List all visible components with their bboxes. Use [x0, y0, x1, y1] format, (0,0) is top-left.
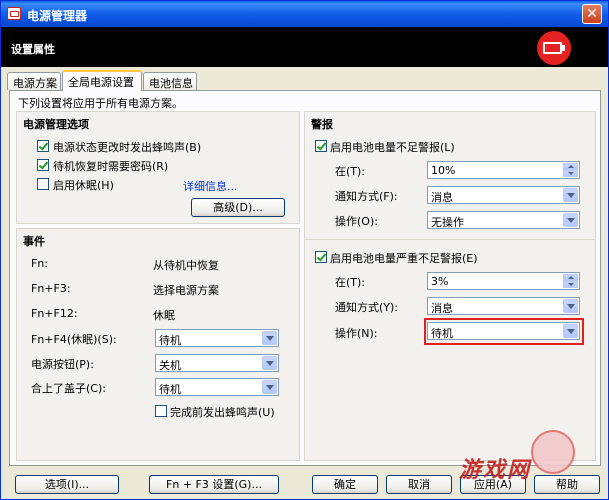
- critical-action-label: 操作(N):: [335, 327, 378, 340]
- title-bar[interactable]: 电源管理器 ✕: [1, 1, 608, 27]
- events-group: 事件 Fn: 从待机中恢复 Fn+F3: 选择电源方案 Fn+F12: 休眠 F…: [16, 228, 300, 461]
- battery-charging-icon: [537, 31, 571, 65]
- beep-before-complete-label: 完成前发出蜂鸣声(U): [170, 406, 275, 419]
- global-settings-panel: 下列设置将应用于所有电源方案。 电源管理选项 电源状态更改时发出蜂鸣声(B) 待…: [9, 90, 601, 466]
- tab-power-scheme[interactable]: 电源方案: [7, 72, 61, 90]
- options-button[interactable]: 选项(I)...: [15, 475, 119, 494]
- event-key-fn-f12: Fn+F12:: [31, 307, 78, 320]
- advanced-button[interactable]: 高级(D)...: [191, 198, 285, 217]
- header-title: 设置属性: [11, 43, 55, 56]
- critical-level-value: 3%: [431, 275, 449, 288]
- enable-hibernate-checkbox[interactable]: [37, 178, 49, 190]
- site-watermark-logo: 游戏网: [431, 426, 609, 500]
- beep-before-complete-checkbox[interactable]: [155, 405, 167, 417]
- header-band: 设置属性: [1, 27, 608, 67]
- spin-up-icon[interactable]: [563, 274, 578, 281]
- alarms-group: 警报 启用电池电量不足警报(L) 在(T): 10% 通知方式(F): 消息 操…: [304, 111, 596, 461]
- critical-notify-select[interactable]: 消息: [427, 297, 580, 315]
- critical-battery-alarm-checkbox[interactable]: [315, 251, 327, 263]
- battery-body-shape: [543, 42, 562, 54]
- low-action-label: 操作(O):: [335, 215, 378, 228]
- low-notify-select-value: 消息: [431, 191, 453, 204]
- lid-close-select[interactable]: 待机: [155, 378, 279, 396]
- battery-app-icon: [7, 7, 21, 20]
- power-button-label: 电源按钮(P):: [31, 358, 94, 371]
- low-level-value: 10%: [431, 164, 456, 177]
- lid-close-select-value: 待机: [159, 383, 181, 396]
- chevron-down-icon[interactable]: [563, 299, 578, 313]
- panel-note: 下列设置将应用于所有电源方案。: [18, 97, 183, 110]
- lid-close-label: 合上了盖子(C):: [31, 382, 106, 395]
- event-key-fn-f3: Fn+F3:: [31, 282, 71, 295]
- password-on-resume-label: 待机恢复时需要密码(R): [53, 160, 169, 173]
- low-at-label: 在(T):: [335, 165, 366, 178]
- chevron-down-icon[interactable]: [563, 188, 578, 202]
- battery-tip-shape: [562, 45, 565, 51]
- watermark-text: 游戏网: [459, 458, 532, 483]
- event-value-fn-f3: 选择电源方案: [153, 284, 219, 297]
- low-battery-alarm-label: 启用电池电量不足警报(L): [330, 141, 455, 154]
- low-level-spinner[interactable]: 10%: [427, 161, 580, 179]
- beep-on-state-change-checkbox[interactable]: [37, 140, 49, 152]
- password-on-resume-checkbox[interactable]: [37, 159, 49, 171]
- power-button-select[interactable]: 关机: [155, 354, 279, 372]
- chevron-down-icon[interactable]: [563, 213, 578, 227]
- enable-hibernate-label: 启用休眠(H): [53, 179, 114, 192]
- spin-up-icon[interactable]: [563, 163, 578, 170]
- details-link[interactable]: 详细信息...: [183, 178, 238, 194]
- event-value-fn: 从待机中恢复: [153, 259, 219, 272]
- fn-f4-select[interactable]: 待机: [155, 329, 279, 347]
- critical-notify-select-value: 消息: [431, 302, 453, 315]
- highlight-annotation-box: [424, 318, 584, 345]
- alarms-divider: [305, 239, 595, 240]
- low-action-select[interactable]: 无操作: [427, 211, 580, 229]
- critical-notify-label: 通知方式(Y):: [335, 301, 399, 314]
- chevron-down-icon[interactable]: [262, 356, 277, 370]
- low-battery-alarm-checkbox[interactable]: [315, 140, 327, 152]
- close-button[interactable]: ✕: [582, 4, 602, 24]
- chevron-down-icon[interactable]: [262, 380, 277, 394]
- event-value-fn-f12: 休眠: [153, 309, 175, 322]
- critical-battery-alarm-label: 启用电池电量严重不足警报(E): [330, 252, 478, 265]
- power-button-select-value: 关机: [159, 359, 181, 372]
- power-options-title: 电源管理选项: [23, 118, 89, 131]
- fn-f4-label: Fn+F4(休眠)(S):: [31, 333, 117, 346]
- beep-on-state-change-label: 电源状态更改时发出蜂鸣声(B): [53, 141, 202, 154]
- events-title: 事件: [23, 235, 45, 248]
- tab-battery-info[interactable]: 电池信息: [143, 72, 197, 90]
- critical-level-spinner[interactable]: 3%: [427, 272, 580, 290]
- mascot-face-icon: [531, 430, 575, 474]
- alarms-title: 警报: [311, 118, 333, 131]
- low-action-select-value: 无操作: [431, 216, 464, 229]
- window-title: 电源管理器: [27, 9, 88, 23]
- chevron-down-icon[interactable]: [262, 331, 277, 345]
- ok-button[interactable]: 确定: [312, 475, 378, 494]
- fn-f4-select-value: 待机: [159, 334, 181, 347]
- low-notify-label: 通知方式(F):: [335, 190, 398, 203]
- tab-global-power-settings[interactable]: 全局电源设置: [62, 70, 142, 91]
- spin-down-icon[interactable]: [563, 281, 578, 288]
- power-manager-window: 电源管理器 ✕ 设置属性 电源方案 全局电源设置 电池信息 下列设置将应用于所有…: [0, 0, 609, 500]
- critical-at-label: 在(T):: [335, 276, 366, 289]
- fn-f3-settings-button[interactable]: Fn + F3 设置(G)...: [149, 475, 279, 494]
- spin-down-icon[interactable]: [563, 170, 578, 177]
- low-notify-select[interactable]: 消息: [427, 186, 580, 204]
- event-key-fn: Fn:: [31, 257, 49, 270]
- power-options-group: 电源管理选项 电源状态更改时发出蜂鸣声(B) 待机恢复时需要密码(R) 启用休眠…: [16, 111, 300, 224]
